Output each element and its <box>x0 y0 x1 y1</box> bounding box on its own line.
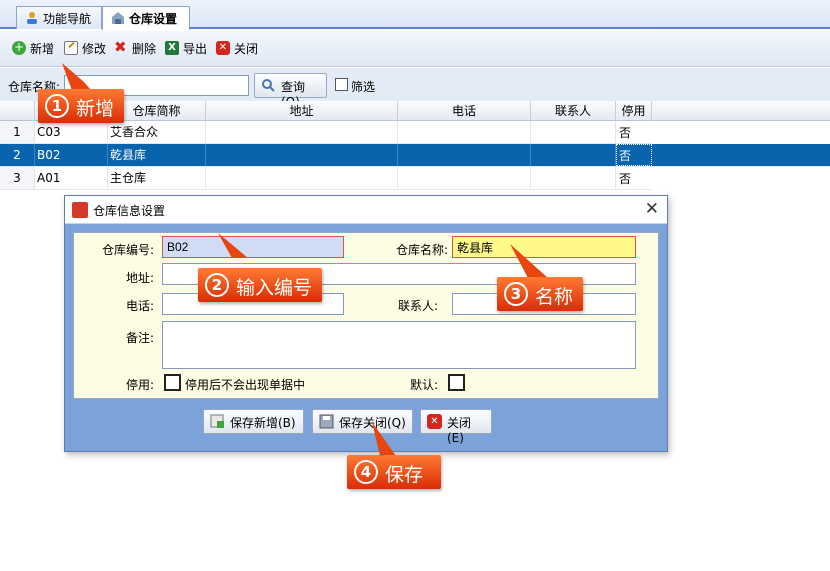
code-label: 仓库编号: <box>101 243 154 257</box>
close-button[interactable]: ✕ 关闭 <box>216 40 258 58</box>
dialog-title: 仓库信息设置 <box>93 204 166 218</box>
dialog-close-button[interactable]: ✕ 关闭(E) <box>420 409 492 445</box>
save-close-label: 保存关闭(Q) <box>339 416 406 430</box>
row-number: 3 <box>0 167 35 189</box>
new-label: 新增 <box>30 42 55 56</box>
remark-label: 备注: <box>125 331 154 345</box>
dialog-close-icon[interactable]: ✕ <box>645 199 659 219</box>
name-label: 仓库名称: <box>395 243 448 257</box>
dialog-close-label: 关闭(E) <box>447 416 472 445</box>
save-new-label: 保存新增(B) <box>230 416 296 430</box>
person-icon <box>27 12 37 24</box>
dialog-titlebar: 仓库信息设置 ✕ <box>65 196 667 224</box>
edit-label: 修改 <box>82 42 107 56</box>
filter-checkbox[interactable] <box>335 78 348 91</box>
close-label: 关闭 <box>234 42 259 56</box>
header-phone[interactable]: 电话 <box>398 101 531 121</box>
dialog-form-panel: 仓库编号: 仓库名称: 地址: 电话: 联系人: 备注: 停用: 停用后不会出现… <box>73 232 659 399</box>
export-button[interactable]: X 导出 <box>165 40 207 58</box>
callout-text: 保存 <box>385 464 424 486</box>
callout-step-3: 3 名称 <box>497 277 583 311</box>
search-icon <box>262 79 275 92</box>
callout-text: 输入编号 <box>236 277 313 299</box>
save-icon <box>319 414 334 429</box>
contact-label: 联系人: <box>397 299 438 313</box>
cell-address <box>206 144 398 166</box>
close-icon: ✕ <box>427 414 442 429</box>
callout-number: 3 <box>504 282 528 306</box>
callout-text: 名称 <box>535 286 574 308</box>
tab-label: 仓库设置 <box>129 12 178 26</box>
cell-address <box>206 167 398 189</box>
callout-number: 1 <box>45 94 69 118</box>
new-button[interactable]: + 新增 <box>12 40 54 58</box>
cell-name: 主仓库 <box>108 167 206 189</box>
delete-label: 删除 <box>132 42 157 56</box>
cell-code: A01 <box>35 167 108 189</box>
tab-function-navigation[interactable]: 功能导航 <box>16 6 102 29</box>
cell-code: B02 <box>35 144 108 166</box>
table-row[interactable]: 1 C03 艾香合众 否 <box>0 121 652 144</box>
disabled-hint: 停用后不会出现单据中 <box>185 378 306 392</box>
table-row[interactable]: 3 A01 主仓库 否 <box>0 167 652 190</box>
query-button[interactable]: 查询(Q) <box>254 73 327 109</box>
row-number: 1 <box>0 121 35 143</box>
callout-number: 2 <box>205 273 229 297</box>
save-new-icon <box>210 414 224 428</box>
cell-phone <box>398 167 531 189</box>
warehouse-code-input[interactable] <box>162 236 344 258</box>
disabled-label: 停用: <box>125 378 154 392</box>
search-bar: 仓库名称: 查询(Q) 筛选 <box>0 68 830 109</box>
cell-disabled: 否 <box>619 126 632 140</box>
remark-textarea[interactable] <box>162 321 636 369</box>
header-disabled[interactable]: 停用 <box>616 101 652 121</box>
default-checkbox[interactable] <box>448 374 465 391</box>
dialog-app-icon <box>72 202 88 218</box>
header-address[interactable]: 地址 <box>206 101 398 121</box>
cell-phone <box>398 144 531 166</box>
close-icon: ✕ <box>216 41 230 55</box>
cell-disabled: 否 <box>619 172 632 186</box>
cell-contact <box>531 167 616 189</box>
delete-icon: ✖ <box>114 38 127 56</box>
edit-icon <box>64 41 78 55</box>
warehouse-icon <box>112 12 124 24</box>
export-label: 导出 <box>183 42 208 56</box>
address-label: 地址: <box>125 271 154 285</box>
save-new-button[interactable]: 保存新增(B) <box>203 409 304 434</box>
table-header: 仓库简称 地址 电话 联系人 停用 <box>0 101 830 121</box>
header-rownum <box>0 101 35 121</box>
callout-step-1: 1 新增 <box>38 89 124 123</box>
callout-step-2: 2 输入编号 <box>198 268 322 302</box>
header-contact[interactable]: 联系人 <box>531 101 616 121</box>
cell-name: 艾香合众 <box>108 121 206 143</box>
cell-address <box>206 121 398 143</box>
cell-code: C03 <box>35 121 108 143</box>
filter-label: 筛选 <box>351 80 376 94</box>
delete-button[interactable]: ✖ 删除 <box>114 40 156 58</box>
cell-phone <box>398 121 531 143</box>
callout-step-4: 4 保存 <box>347 455 441 489</box>
default-label: 默认: <box>409 378 438 392</box>
excel-icon: X <box>165 41 179 55</box>
edit-button[interactable]: 修改 <box>64 40 106 58</box>
warehouse-name-input[interactable] <box>452 236 636 258</box>
row-number: 2 <box>0 144 35 166</box>
disabled-checkbox[interactable] <box>164 374 181 391</box>
save-close-button[interactable]: 保存关闭(Q) <box>312 409 413 434</box>
phone-label: 电话: <box>125 299 154 313</box>
plus-icon: + <box>12 40 26 55</box>
table-row-selected[interactable]: 2 B02 乾县库 否 <box>0 144 830 167</box>
cell-contact <box>531 121 616 143</box>
tab-warehouse-settings[interactable]: 仓库设置 <box>102 6 190 30</box>
toolbar: + 新增 修改 ✖ 删除 X 导出 ✕ 关闭 <box>0 31 830 67</box>
tab-bar: 功能导航 仓库设置 <box>0 0 830 30</box>
warehouse-info-dialog: 仓库信息设置 ✕ 仓库编号: 仓库名称: 地址: 电话: 联系人: 备注: 停用… <box>64 195 668 452</box>
cell-name: 乾县库 <box>108 144 206 166</box>
callout-text: 新增 <box>76 98 115 120</box>
cell-contact <box>531 144 616 166</box>
tab-label: 功能导航 <box>43 12 92 26</box>
callout-number: 4 <box>354 460 378 484</box>
cell-disabled: 否 <box>616 144 652 166</box>
